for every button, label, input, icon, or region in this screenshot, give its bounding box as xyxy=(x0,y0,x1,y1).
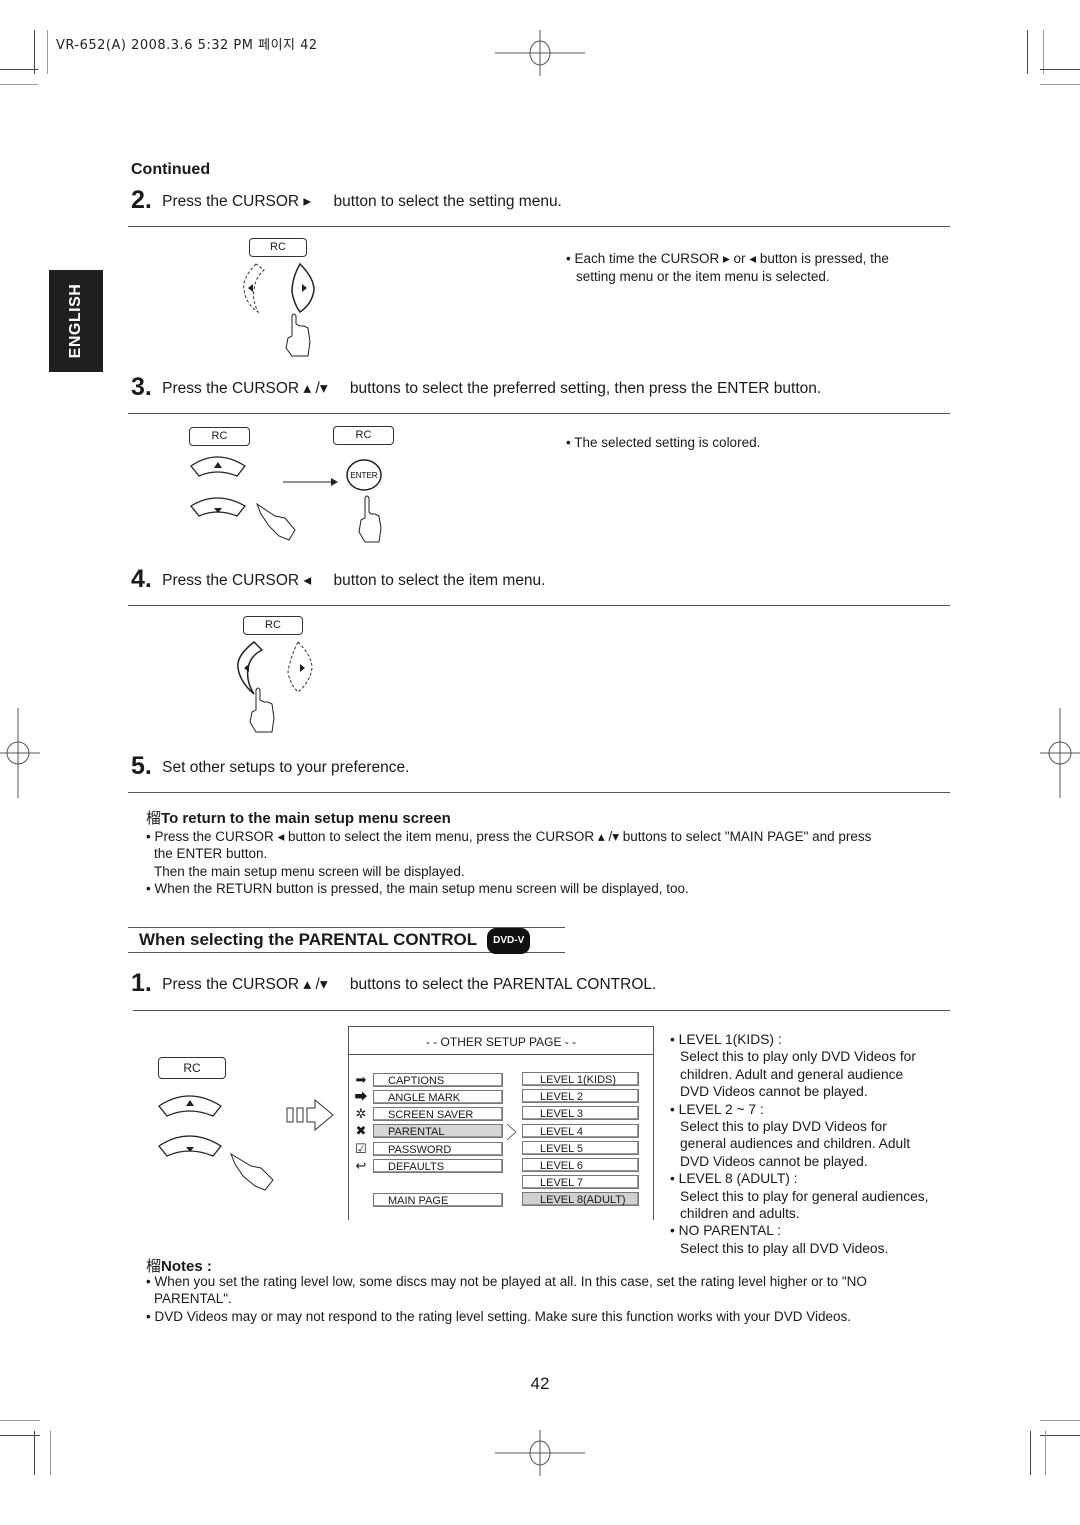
submenu-arrow-icon xyxy=(506,1123,517,1141)
registration-mark-left xyxy=(0,708,40,798)
pointing-hand-icon xyxy=(229,1152,274,1191)
osd-level-1[interactable]: LEVEL 1(KIDS) xyxy=(522,1072,639,1086)
cursor-left-button xyxy=(237,641,264,695)
screen-saver-icon: ✲ xyxy=(355,1106,367,1121)
osd-item-defaults[interactable]: DEFAULTS xyxy=(373,1159,503,1173)
return-bullets: • Press the CURSOR ◂ button to select th… xyxy=(146,829,872,897)
dvd-v-badge: DVD-V xyxy=(487,928,531,954)
osd-level-8[interactable]: LEVEL 8(ADULT) xyxy=(522,1192,639,1206)
step-number: 4. xyxy=(131,565,152,593)
osd-other-setup-page: - - OTHER SETUP PAGE - - ➡ ⮕ ✲ ✖ ☑ ↩ CAP… xyxy=(348,1026,654,1220)
level-descriptions: • LEVEL 1(KIDS) : Select this to play on… xyxy=(670,1031,960,1257)
step-text-after: button to select the setting menu. xyxy=(333,193,562,210)
parental-icon: ✖ xyxy=(355,1123,367,1138)
rc-label: RC xyxy=(249,238,307,257)
desc-level-8: • LEVEL 8 (ADULT) : Select this to play … xyxy=(670,1171,929,1222)
step-number: 5. xyxy=(131,752,152,780)
language-tab-label: ENGLISH xyxy=(67,283,84,359)
continued-label: Continued xyxy=(131,161,211,178)
step-2: 2. Press the CURSOR ▸ button to select t… xyxy=(131,186,562,215)
remote-up-down-buttons xyxy=(158,1095,334,1191)
cursor-down-button xyxy=(190,497,246,517)
pointing-hand-icon xyxy=(249,687,275,733)
osd-level-7[interactable]: LEVEL 7 xyxy=(522,1175,639,1189)
parental-section-title: When selecting the PARENTAL CONTROL DVD-V xyxy=(128,927,565,954)
osd-level-4[interactable]: LEVEL 4 xyxy=(522,1124,639,1138)
step-number: 3. xyxy=(131,373,152,401)
osd-item-angle-mark[interactable]: ANGLE MARK xyxy=(373,1090,503,1104)
step-number: 1. xyxy=(131,969,152,997)
captions-icon: ➡ xyxy=(355,1072,367,1087)
rc-label: RC xyxy=(333,426,394,445)
osd-item-captions[interactable]: CAPTIONS xyxy=(373,1073,503,1087)
enter-button: ENTER xyxy=(346,459,382,491)
registration-mark-right xyxy=(1040,708,1080,798)
divider xyxy=(128,226,950,227)
cursor-right-button xyxy=(287,641,313,693)
defaults-icon: ↩ xyxy=(355,1158,367,1173)
osd-level-5[interactable]: LEVEL 5 xyxy=(522,1141,639,1155)
pointing-hand-icon xyxy=(285,313,311,357)
return-section: 榴To return to the main setup menu screen xyxy=(146,807,451,828)
desc-level-2-7: • LEVEL 2 ~ 7 : Select this to play DVD … xyxy=(670,1101,911,1169)
print-info: VR-652(A) 2008.3.6 5:32 PM 페이지 42 xyxy=(56,38,318,53)
osd-item-password[interactable]: PASSWORD xyxy=(373,1142,503,1156)
pointing-hand-icon xyxy=(255,502,296,541)
return-heading: 榴To return to the main setup menu screen xyxy=(146,810,451,827)
osd-level-2[interactable]: LEVEL 2 xyxy=(522,1089,639,1103)
registration-mark-bottom xyxy=(495,1430,585,1476)
cursor-down-button xyxy=(158,1135,222,1157)
step-text-before: Press the CURSOR ◂ xyxy=(162,572,312,589)
remote-left-right-buttons xyxy=(243,262,315,357)
desc-no-parental: • NO PARENTAL : Select this to play all … xyxy=(670,1223,889,1256)
step-4: 4. Press the CURSOR ◂ button to select t… xyxy=(131,565,545,594)
step-text-before: Press the CURSOR ▸ xyxy=(162,193,312,210)
osd-level-3[interactable]: LEVEL 3 xyxy=(522,1106,639,1120)
step-text-before: Press the CURSOR ▴ /▾ xyxy=(162,976,328,993)
step-2-note: • Each time the CURSOR ▸ or ◂ button is … xyxy=(566,251,889,284)
divider xyxy=(128,605,950,606)
parental-step-1: 1. Press the CURSOR ▴ /▾ buttons to sele… xyxy=(131,969,656,998)
step-3: 3. Press the CURSOR ▴ /▾ buttons to sele… xyxy=(131,373,821,402)
step-text-after: button to select the item menu. xyxy=(333,572,546,589)
step-number: 2. xyxy=(131,186,152,214)
rc-label: RC xyxy=(158,1057,226,1079)
desc-level-1: • LEVEL 1(KIDS) : Select this to play on… xyxy=(670,1032,916,1100)
step-text: Set other setups to your preference. xyxy=(162,759,410,776)
cursor-right-button xyxy=(291,262,315,314)
osd-item-parental[interactable]: PARENTAL xyxy=(373,1124,503,1138)
step-text-before: Press the CURSOR ▴ /▾ xyxy=(162,380,328,397)
osd-title: - - OTHER SETUP PAGE - - xyxy=(349,1027,653,1055)
cursor-up-button xyxy=(158,1095,222,1117)
cursor-up-button xyxy=(190,456,246,477)
step-5: 5. Set other setups to your preference. xyxy=(131,752,409,781)
divider xyxy=(128,792,950,793)
password-icon: ☑ xyxy=(355,1141,367,1156)
osd-level-6[interactable]: LEVEL 6 xyxy=(522,1158,639,1172)
divider xyxy=(128,413,950,414)
step-text-after: buttons to select the PARENTAL CONTROL. xyxy=(349,976,657,993)
step-text-after: buttons to select the preferred setting,… xyxy=(349,380,822,397)
big-arrow-right-icon xyxy=(286,1098,334,1132)
step-3-note: • The selected setting is colored. xyxy=(566,435,761,450)
registration-mark-top xyxy=(495,30,585,76)
rc-label: RC xyxy=(243,616,303,635)
remote-left-right-buttons xyxy=(237,641,313,733)
page-number: 42 xyxy=(530,1374,550,1393)
notes-bullets: • When you set the rating level low, som… xyxy=(146,1274,867,1324)
angle-mark-icon: ⮕ xyxy=(354,1089,368,1104)
pointing-hand-icon xyxy=(358,495,382,543)
osd-item-screen-saver[interactable]: SCREEN SAVER xyxy=(373,1107,503,1121)
osd-item-main-page[interactable]: MAIN PAGE xyxy=(373,1193,503,1207)
divider xyxy=(133,1010,950,1011)
remote-up-down-enter: ENTER xyxy=(190,456,382,543)
svg-text:ENTER: ENTER xyxy=(350,471,377,480)
rc-label: RC xyxy=(189,427,250,446)
arrow-right-icon xyxy=(283,478,338,486)
language-tab: ENGLISH xyxy=(49,270,103,372)
cursor-left-button xyxy=(243,263,265,314)
